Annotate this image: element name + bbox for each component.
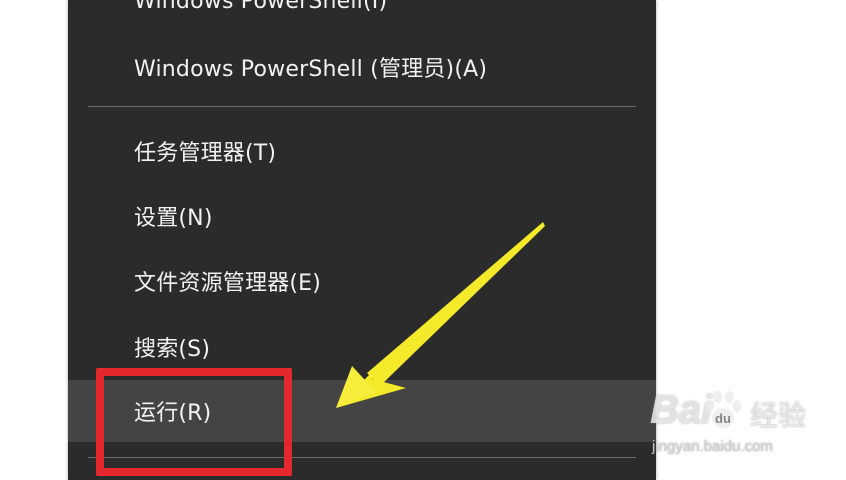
menu-separator bbox=[88, 106, 636, 107]
menu-item-label: 任务管理器(T) bbox=[134, 141, 277, 166]
baidu-watermark: Bai du 经验 jingyan.baidu.com bbox=[650, 388, 840, 468]
screenshot-stage: Windows PowerShell(I) Windows PowerShell… bbox=[0, 0, 846, 480]
menu-item-label: Windows PowerShell(I) bbox=[134, 0, 388, 14]
menu-item-label: 设置(N) bbox=[134, 206, 213, 231]
menu-item-task-manager[interactable]: 任务管理器(T) bbox=[68, 120, 656, 182]
baidu-paw-icon: du bbox=[705, 391, 742, 428]
menu-item-settings[interactable]: 设置(N) bbox=[68, 185, 656, 247]
watermark-url: jingyan.baidu.com bbox=[652, 438, 773, 455]
highlight-box bbox=[96, 368, 292, 476]
menu-item-label: 搜索(S) bbox=[134, 337, 211, 362]
svg-text:du: du bbox=[715, 411, 731, 426]
menu-item-label: Windows PowerShell (管理员)(A) bbox=[134, 57, 488, 82]
menu-item-powershell-admin[interactable]: Windows PowerShell (管理员)(A) bbox=[68, 36, 656, 98]
menu-item-label: 文件资源管理器(E) bbox=[134, 271, 322, 296]
watermark-brand-suffix: 经验 bbox=[750, 399, 807, 432]
menu-item-file-explorer[interactable]: 文件资源管理器(E) bbox=[68, 250, 656, 312]
menu-item-powershell[interactable]: Windows PowerShell(I) bbox=[68, 0, 656, 32]
